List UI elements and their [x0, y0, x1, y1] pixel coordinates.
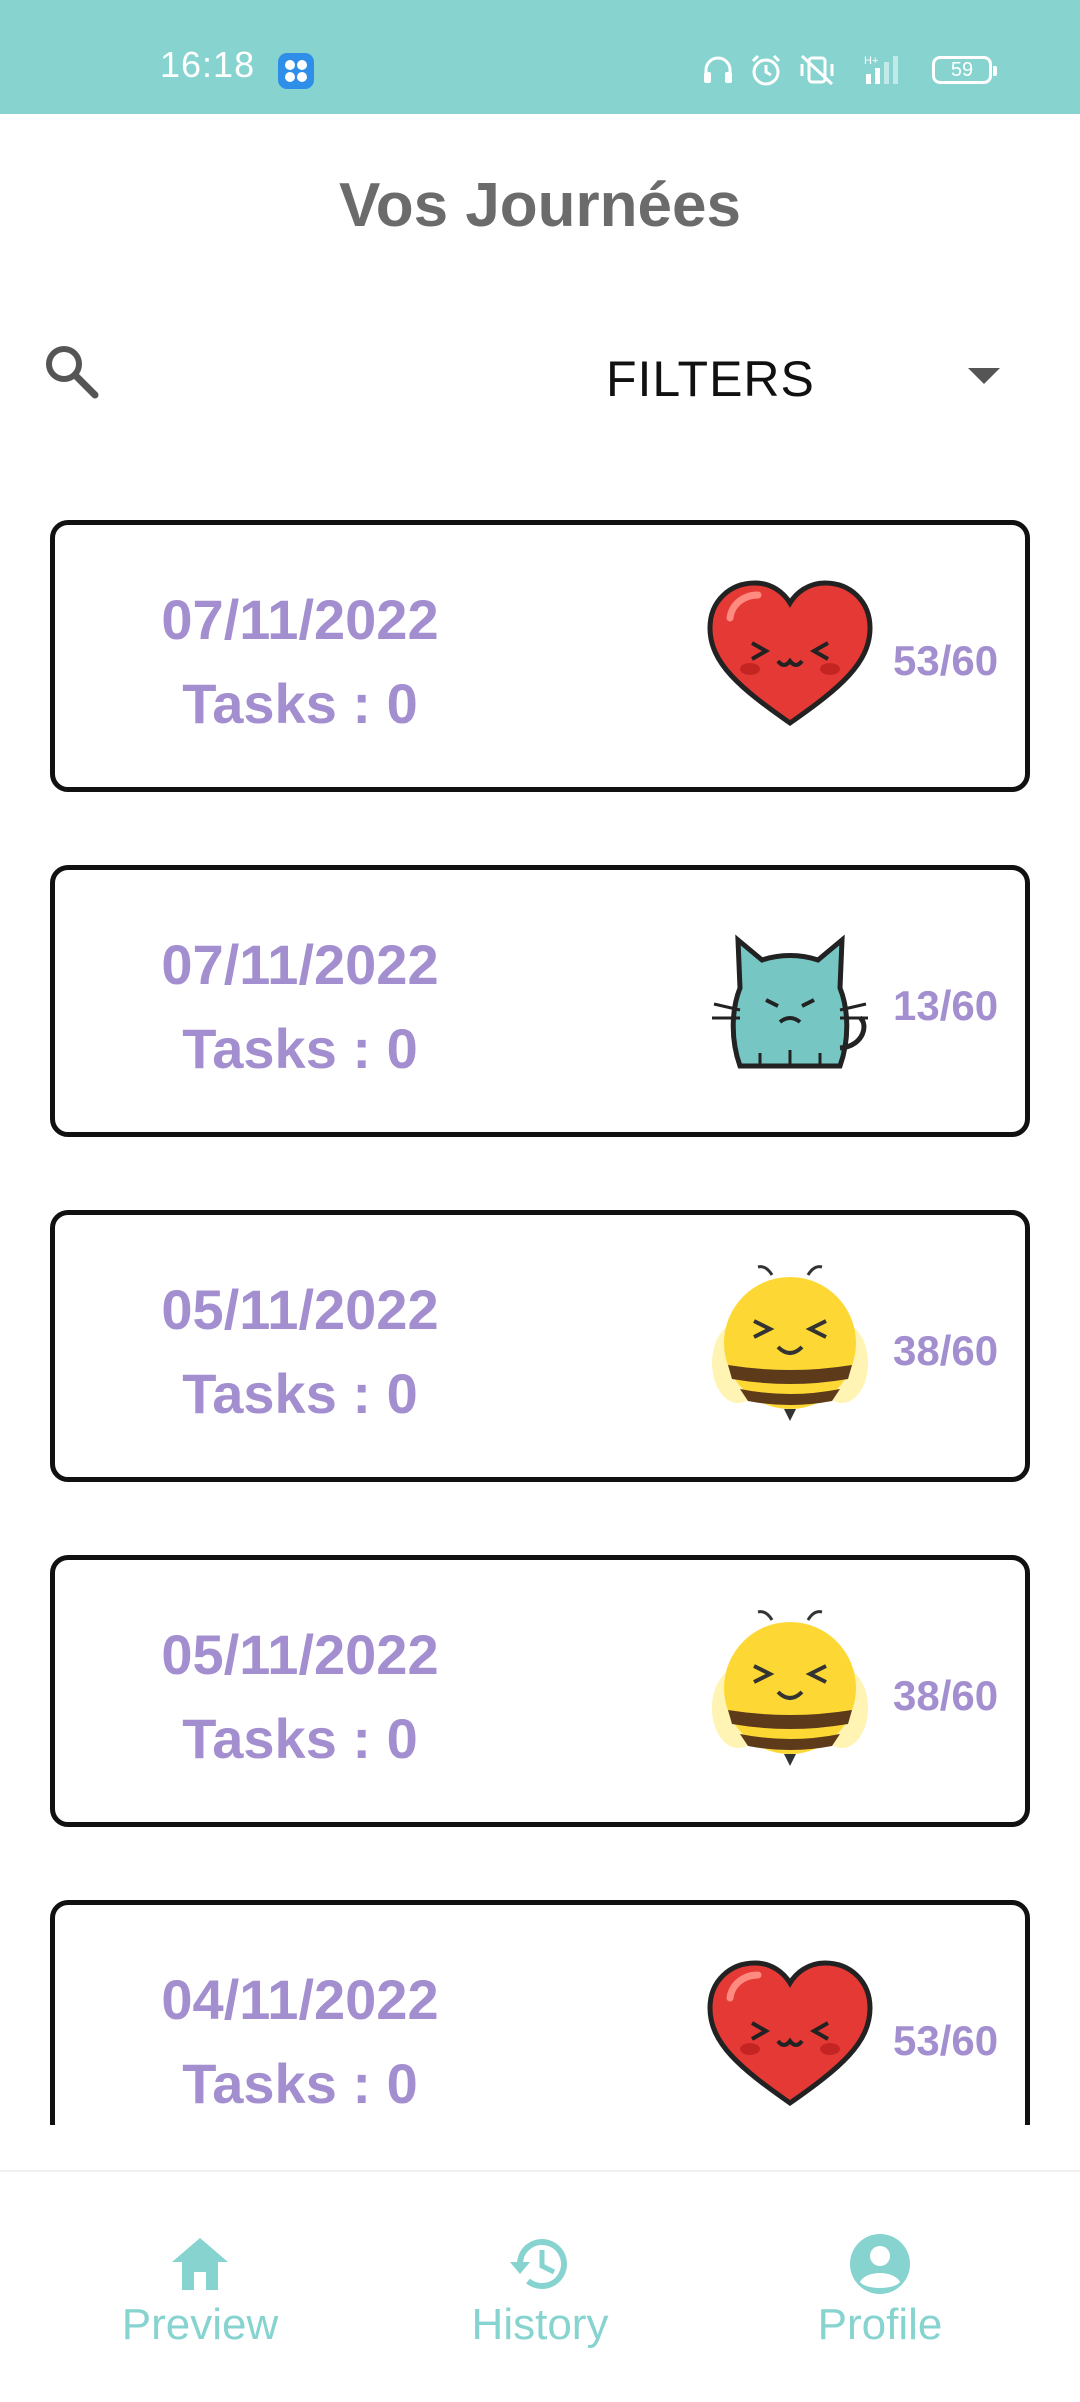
search-icon[interactable] [40, 340, 104, 404]
heart-mood-icon [707, 580, 873, 727]
history-icon [510, 2239, 567, 2290]
day-date: 05/11/2022 [161, 1278, 439, 1341]
day-date: 07/11/2022 [161, 933, 439, 996]
svg-text:H+: H+ [864, 55, 878, 67]
vibrate-off-icon [800, 54, 834, 86]
day-card[interactable]: 07/11/2022 Tasks : 0 13/60 [50, 865, 1030, 1137]
day-card[interactable]: 07/11/2022 Tasks : 0 53/60 [50, 520, 1030, 792]
home-icon [172, 2238, 228, 2290]
day-card[interactable]: 04/11/2022 Tasks : 0 53/60 [50, 1900, 1030, 2125]
profile-icon [850, 2234, 910, 2294]
day-tasks: Tasks : 0 [182, 1362, 418, 1425]
status-bar: 16:18 H+ 59 [0, 0, 1080, 114]
bee-mood-icon [712, 1610, 868, 1766]
day-tasks: Tasks : 0 [182, 1017, 418, 1080]
nav-history-label: History [471, 2300, 609, 2349]
days-list[interactable]: 07/11/2022 Tasks : 0 53/60 07/11/2022 Ta… [0, 520, 1080, 2125]
day-score: 53/60 [893, 637, 999, 684]
heart-mood-icon [707, 1960, 873, 2107]
status-time: 16:18 [160, 44, 256, 85]
nav-history[interactable]: History [390, 2172, 690, 2402]
day-card[interactable]: 05/11/2022 Tasks : 0 38/60 [50, 1210, 1030, 1482]
headphones-icon [704, 56, 732, 83]
day-card[interactable]: 05/11/2022 Tasks : 0 38/60 [50, 1555, 1030, 1827]
day-score: 53/60 [893, 2017, 999, 2064]
day-tasks: Tasks : 0 [182, 672, 418, 735]
nav-profile[interactable]: Profile [730, 2172, 1030, 2402]
nav-profile-label: Profile [817, 2300, 943, 2349]
day-score: 38/60 [893, 1327, 999, 1374]
nav-preview-label: Preview [121, 2300, 279, 2349]
day-date: 05/11/2022 [161, 1623, 439, 1686]
filters-label: FILTERS [606, 351, 815, 407]
signal-icon: H+ [864, 55, 898, 84]
alarm-icon [751, 54, 781, 86]
bee-mood-icon [712, 1265, 868, 1421]
bottom-navigation: Preview History Profile [0, 2170, 1080, 2402]
day-score: 38/60 [893, 1672, 999, 1719]
filters-dropdown[interactable]: FILTERS [560, 330, 1030, 420]
battery-indicator: 59 [932, 56, 997, 84]
day-date: 07/11/2022 [161, 588, 439, 651]
day-tasks: Tasks : 0 [182, 2052, 418, 2115]
nav-preview[interactable]: Preview [50, 2172, 350, 2402]
cat-mood-icon [712, 934, 868, 1069]
day-tasks: Tasks : 0 [182, 1707, 418, 1770]
day-date: 04/11/2022 [161, 1968, 439, 2031]
page-title: Vos Journées [338, 171, 741, 240]
app-notification-icon [278, 53, 314, 89]
chevron-down-icon [968, 368, 1000, 384]
day-score: 13/60 [893, 982, 999, 1029]
